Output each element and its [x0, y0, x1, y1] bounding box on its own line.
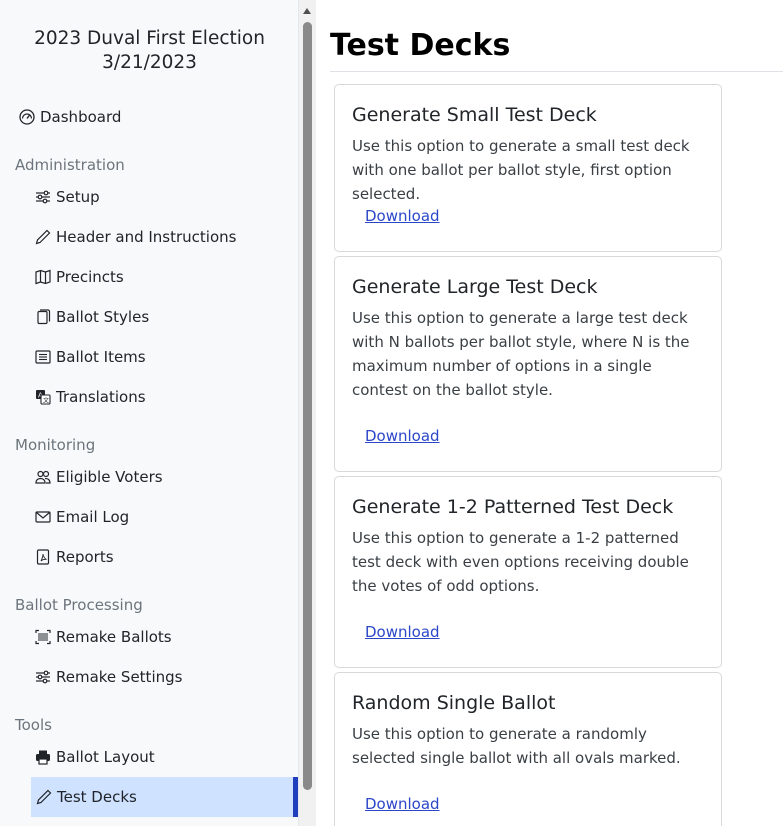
envelope-icon	[34, 509, 51, 526]
sidebar-item-label: Email Log	[56, 508, 130, 526]
card-description: Use this option to generate a randomly s…	[352, 725, 681, 767]
sidebar-item-reports[interactable]: Reports	[34, 537, 114, 577]
main-content: Test Decks Generate Small Test Deck Use …	[316, 0, 783, 826]
sidebar-item-setup[interactable]: Setup	[34, 177, 100, 217]
sidebar-item-ballot-items[interactable]: Ballot Items	[34, 337, 146, 377]
card-description: Use this option to generate a 1-2 patter…	[352, 529, 689, 595]
pencil-icon	[35, 789, 52, 806]
sidebar-item-label: Ballot Layout	[56, 748, 155, 766]
speedometer-icon	[18, 109, 35, 126]
sidebar-item-remake-ballots[interactable]: Remake Ballots	[34, 617, 172, 657]
election-date: 3/21/2023	[102, 52, 197, 73]
download-link[interactable]: Download	[365, 623, 440, 641]
sidebar-item-label: Dashboard	[40, 108, 122, 126]
sliders-icon	[34, 669, 51, 686]
section-administration: Administration	[15, 156, 125, 174]
sidebar-item-label: Eligible Voters	[56, 468, 163, 486]
sidebar-item-precincts[interactable]: Precincts	[34, 257, 124, 297]
card-description: Use this option to generate a large test…	[352, 309, 690, 399]
sidebar-item-email-log[interactable]: Email Log	[34, 497, 129, 537]
file-pdf-icon	[34, 549, 51, 566]
sidebar-scrollbar[interactable]	[299, 0, 316, 826]
sidebar-item-label: Test Decks	[57, 788, 137, 806]
title-divider	[330, 71, 783, 72]
card-patterned-test-deck: Generate 1-2 Patterned Test Deck Use thi…	[334, 476, 722, 668]
sidebar-item-remake-settings[interactable]: Remake Settings	[34, 657, 182, 697]
download-link[interactable]: Download	[365, 795, 440, 813]
sidebar-item-dashboard[interactable]: Dashboard	[18, 97, 121, 137]
sidebar-item-eligible-voters[interactable]: Eligible Voters	[34, 457, 163, 497]
people-icon	[34, 469, 51, 486]
sidebar-item-ballot-layout[interactable]: Ballot Layout	[34, 737, 155, 777]
section-monitoring: Monitoring	[15, 436, 96, 454]
sidebar-item-label: Remake Ballots	[56, 628, 172, 646]
sidebar: 2023 Duval First Election 3/21/2023 Dash…	[0, 0, 299, 826]
pencil-icon	[34, 229, 51, 246]
barcode-scan-icon	[34, 629, 51, 646]
sidebar-item-header-instructions[interactable]: Header and Instructions	[34, 217, 236, 257]
svg-text:文: 文	[43, 397, 49, 405]
sidebar-item-label: Precincts	[56, 268, 124, 286]
translate-icon: A文	[34, 389, 51, 406]
sidebar-item-label: Translations	[56, 388, 146, 406]
sliders-icon	[34, 189, 51, 206]
section-ballot-processing: Ballot Processing	[15, 596, 143, 614]
scroll-up-arrow-icon[interactable]	[303, 8, 311, 14]
sidebar-item-label: Ballot Items	[56, 348, 146, 366]
card-small-test-deck: Generate Small Test Deck Use this option…	[334, 84, 722, 252]
files-icon	[34, 309, 51, 326]
card-title: Random Single Ballot	[352, 692, 556, 714]
card-random-single-ballot: Random Single Ballot Use this option to …	[334, 672, 722, 826]
election-header: 2023 Duval First Election 3/21/2023	[0, 27, 299, 75]
card-title: Generate 1-2 Patterned Test Deck	[352, 496, 674, 518]
section-tools: Tools	[15, 716, 52, 734]
sidebar-item-translations[interactable]: A文 Translations	[34, 377, 146, 417]
scrollbar-thumb[interactable]	[303, 22, 312, 790]
printer-icon	[34, 749, 51, 766]
card-description: Use this option to generate a small test…	[352, 137, 690, 203]
download-link[interactable]: Download	[365, 207, 440, 225]
election-name: 2023 Duval First Election	[34, 28, 265, 49]
card-title: Generate Small Test Deck	[352, 104, 597, 126]
sidebar-item-label: Setup	[56, 188, 100, 206]
sidebar-item-label: Header and Instructions	[56, 228, 237, 246]
sidebar-item-label: Remake Settings	[56, 668, 183, 686]
sidebar-item-label: Ballot Styles	[56, 308, 150, 326]
sidebar-item-ballot-styles[interactable]: Ballot Styles	[34, 297, 149, 337]
map-icon	[34, 269, 51, 286]
download-link[interactable]: Download	[365, 427, 440, 445]
sidebar-item-label: Reports	[56, 548, 114, 566]
page-title: Test Decks	[330, 28, 511, 63]
card-large-test-deck: Generate Large Test Deck Use this option…	[334, 256, 722, 472]
card-title: Generate Large Test Deck	[352, 276, 598, 298]
sidebar-item-test-decks[interactable]: Test Decks	[31, 777, 298, 817]
list-box-icon	[34, 349, 51, 366]
